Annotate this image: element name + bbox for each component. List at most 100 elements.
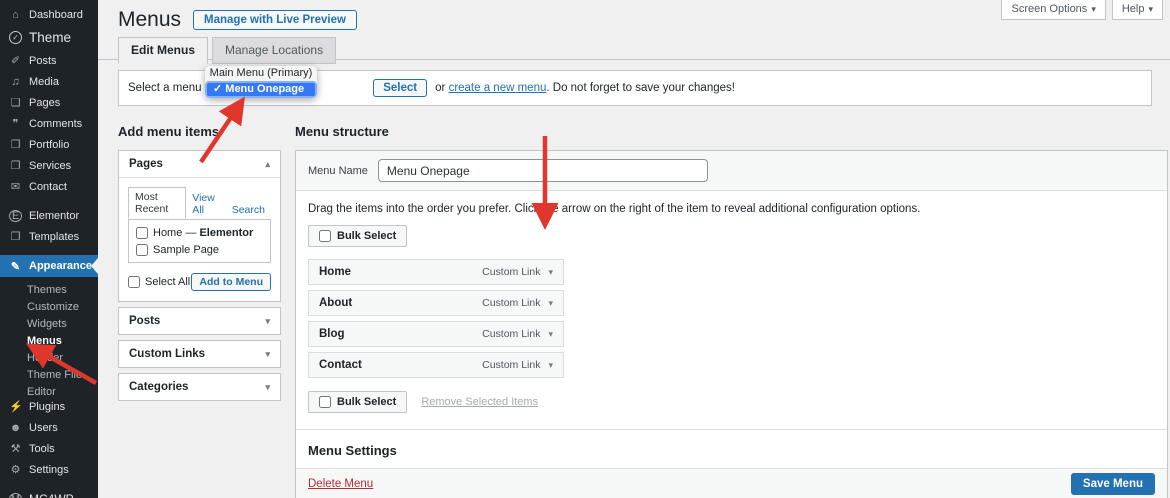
menu-item-type: Custom Link (482, 266, 540, 278)
sidebar-item-portfolio[interactable]: ❐ Portfolio (0, 134, 98, 155)
sidebar-item-tools[interactable]: ⚒ Tools (0, 438, 98, 459)
expand-item-icon[interactable]: ▾ (548, 298, 553, 309)
submenu-item-widgets[interactable]: Widgets (0, 316, 98, 333)
tab-manage-locations[interactable]: Manage Locations (212, 37, 336, 64)
sidebar-item-appearance[interactable]: ✎ Appearance (0, 255, 98, 277)
settings-icon: ⚙ (9, 463, 22, 476)
sample-page-checkbox[interactable] (136, 244, 148, 256)
dropdown-option-main-menu[interactable]: Main Menu (Primary) (205, 66, 317, 81)
screen-options-button[interactable]: Screen Options ▾ (1001, 0, 1105, 20)
select-all-label: Select All (145, 276, 190, 288)
menu-items-list: Home Custom Link▾ About Custom Link▾ Blo… (308, 259, 564, 378)
sidebar-item-label: Contact (29, 181, 67, 193)
categories-accordion[interactable]: Categories ▾ (118, 373, 281, 401)
main-content: Screen Options ▾ Help ▾ Menus Manage wit… (98, 0, 1170, 498)
menu-item-contact[interactable]: Contact Custom Link▾ (308, 352, 564, 378)
sidebar-item-pages[interactable]: ❏ Pages (0, 92, 98, 113)
sidebar-item-label: Services (29, 160, 71, 172)
sidebar-item-users[interactable]: ☻ Users (0, 417, 98, 438)
sidebar-item-posts[interactable]: ✐ Posts (0, 50, 98, 71)
expand-item-icon[interactable]: ▾ (548, 360, 553, 371)
submenu-item-menus[interactable]: Menus (0, 333, 98, 350)
bulk-select-toggle-top[interactable]: Bulk Select (308, 225, 407, 247)
add-menu-items-heading: Add menu items (118, 124, 219, 139)
chevron-down-icon: ▾ (1091, 4, 1096, 15)
sidebar-item-dashboard[interactable]: ⌂ Dashboard (0, 4, 98, 25)
pages-icon: ❏ (9, 96, 22, 109)
create-new-menu-link[interactable]: create a new menu (449, 82, 547, 94)
help-label: Help (1122, 3, 1145, 15)
menu-item-home[interactable]: Home Custom Link ▾ (308, 259, 564, 285)
sidebar-item-comments[interactable]: ❞ Comments (0, 113, 98, 134)
remove-selected-items-link[interactable]: Remove Selected Items (421, 396, 538, 408)
home-page-checkbox[interactable] (136, 227, 148, 239)
bulk-select-toggle-bottom[interactable]: Bulk Select (308, 391, 407, 413)
plugins-icon: ⚡ (9, 400, 22, 413)
live-preview-button[interactable]: Manage with Live Preview (193, 10, 357, 30)
select-button[interactable]: Select (373, 79, 427, 97)
posts-icon: ✐ (9, 54, 22, 67)
save-changes-text: . Do not forget to save your changes! (546, 82, 735, 94)
sidebar-item-label: MC4WP (29, 492, 74, 498)
menu-item-type: Custom Link (482, 328, 540, 340)
appearance-icon: ✎ (9, 260, 22, 273)
dropdown-option-menu-onepage[interactable]: ✓ Menu Onepage (205, 81, 317, 98)
submenu-item-themes[interactable]: Themes (0, 282, 98, 299)
delete-menu-link[interactable]: Delete Menu (308, 478, 373, 490)
tab-search[interactable]: Search (226, 201, 271, 219)
sidebar-item-templates[interactable]: ❒ Templates (0, 226, 98, 247)
menu-name-label: Menu Name (308, 165, 368, 177)
menu-name-input[interactable] (378, 159, 708, 182)
menu-item-about[interactable]: About Custom Link▾ (308, 290, 564, 316)
pages-panel: Pages ▴ Most Recent View All Search Home… (118, 150, 281, 302)
help-button[interactable]: Help ▾ (1112, 0, 1163, 20)
sidebar-item-label: Appearance (29, 260, 92, 272)
sidebar-item-services[interactable]: ❐ Services (0, 155, 98, 176)
posts-accordion[interactable]: Posts ▾ (118, 307, 281, 335)
bulk-select-checkbox[interactable] (319, 230, 331, 242)
sidebar-item-theme[interactable]: ✓ Theme (0, 25, 98, 50)
tab-edit-menus[interactable]: Edit Menus (118, 37, 208, 64)
save-menu-button[interactable]: Save Menu (1071, 473, 1155, 495)
elementor-icon: E (9, 210, 22, 222)
or-text: or (435, 82, 445, 94)
submenu-item-header[interactable]: Header (0, 350, 98, 367)
menu-select-dropdown: Main Menu (Primary) ✓ Menu Onepage (205, 66, 317, 98)
menu-item-label: Home (319, 266, 351, 278)
users-icon: ☻ (9, 422, 22, 434)
tab-most-recent[interactable]: Most Recent (128, 187, 186, 219)
menu-actions-footer: Delete Menu Save Menu (296, 468, 1167, 498)
sidebar-item-media[interactable]: ♫ Media (0, 71, 98, 92)
sidebar-item-contact[interactable]: ✉ Contact (0, 176, 98, 197)
sidebar-item-elementor[interactable]: E Elementor (0, 205, 98, 226)
sidebar-item-label: Plugins (29, 401, 65, 413)
pages-accordion-header[interactable]: Pages ▴ (119, 151, 280, 177)
sidebar-item-settings[interactable]: ⚙ Settings (0, 459, 98, 480)
services-icon: ❐ (9, 159, 22, 172)
submenu-item-customize[interactable]: Customize (0, 299, 98, 316)
sidebar-item-label: Posts (29, 55, 57, 67)
sidebar-item-label: Comments (29, 118, 82, 130)
menu-item-type: Custom Link (482, 359, 540, 371)
select-all-checkbox[interactable] (128, 276, 140, 288)
sidebar-item-label: Tools (29, 443, 55, 455)
bulk-select-checkbox[interactable] (319, 396, 331, 408)
page-item-label: Sample Page (153, 244, 219, 256)
dropdown-option-label: Menu Onepage (225, 83, 304, 95)
add-to-menu-button[interactable]: Add to Menu (191, 273, 271, 291)
sidebar-item-label: Dashboard (29, 9, 83, 21)
media-icon: ♫ (9, 76, 22, 88)
sidebar-item-label: Elementor (29, 210, 79, 222)
comments-icon: ❞ (9, 117, 22, 130)
expand-item-icon[interactable]: ▾ (548, 267, 553, 278)
submenu-item-theme-file-editor[interactable]: Theme File Editor (0, 367, 98, 384)
menu-settings-heading: Menu Settings (308, 443, 1155, 458)
sidebar-item-mc4wp[interactable]: M MC4WP (0, 488, 98, 498)
menu-item-blog[interactable]: Blog Custom Link▾ (308, 321, 564, 347)
tools-icon: ⚒ (9, 442, 22, 455)
tab-view-all[interactable]: View All (186, 189, 225, 219)
posts-accordion-title: Posts (129, 315, 160, 327)
theme-logo-icon: ✓ (9, 31, 22, 44)
custom-links-accordion[interactable]: Custom Links ▾ (118, 340, 281, 368)
expand-item-icon[interactable]: ▾ (548, 329, 553, 340)
